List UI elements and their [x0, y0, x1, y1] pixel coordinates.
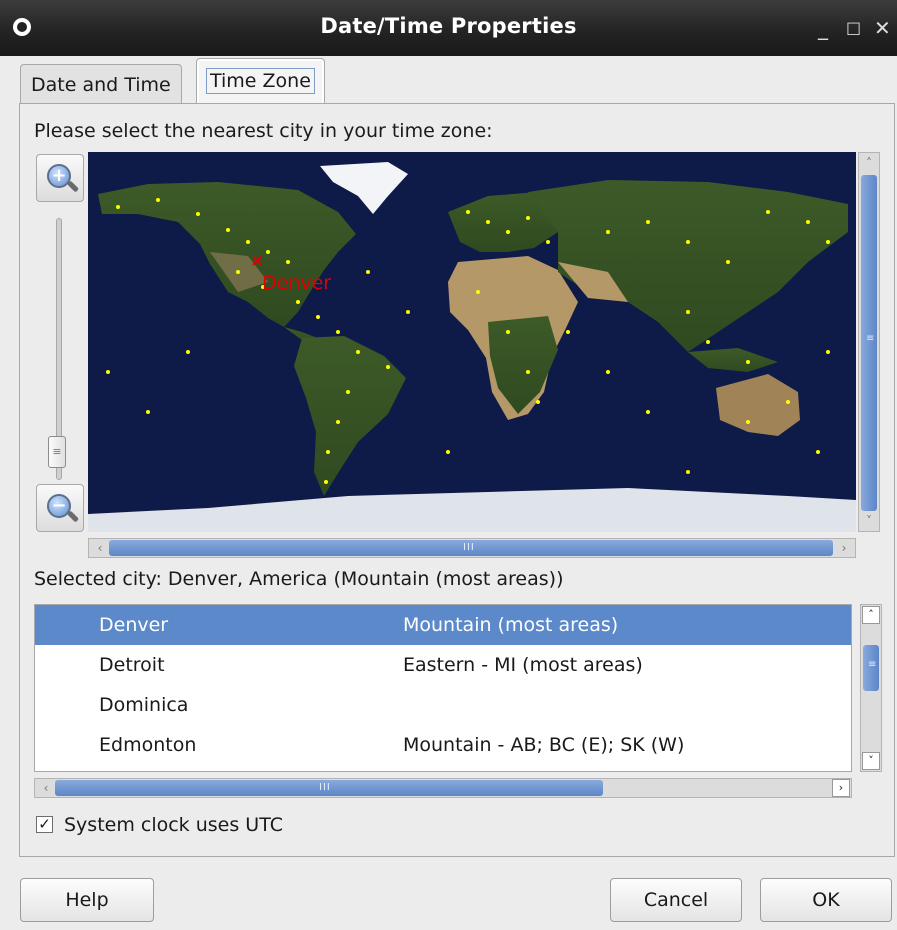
- list-scroll-right-icon[interactable]: ›: [832, 779, 850, 797]
- tab-date-and-time-label: Date and Time: [31, 74, 171, 96]
- tab-date-and-time[interactable]: Date and Time: [20, 64, 182, 105]
- tab-time-zone-label: Time Zone: [206, 68, 315, 94]
- city-zone: Mountain (most areas): [403, 614, 619, 636]
- city-list-vertical-grip: ≡: [868, 659, 878, 670]
- list-scroll-left-icon[interactable]: ‹: [37, 779, 55, 797]
- city-name: Detroit: [99, 654, 165, 676]
- city-list[interactable]: Denver Mountain (most areas) Detroit Eas…: [34, 604, 852, 772]
- ok-button[interactable]: OK: [760, 878, 892, 922]
- help-button[interactable]: Help: [20, 878, 154, 922]
- city-list-row[interactable]: Denver Mountain (most areas): [35, 605, 851, 645]
- close-button[interactable]: ✕: [874, 16, 891, 40]
- map-horizontal-scrollbar[interactable]: ‹ III ›: [88, 538, 856, 558]
- map-horizontal-grip: III: [463, 542, 475, 553]
- zoom-slider-knob[interactable]: ≡: [48, 436, 66, 468]
- list-scroll-down-icon[interactable]: ˅: [862, 752, 880, 770]
- map-vertical-scrollbar[interactable]: ˄ ≡ ˅: [858, 152, 880, 532]
- map-scroll-up-icon[interactable]: ˄: [860, 154, 878, 172]
- utc-label: System clock uses UTC: [64, 814, 283, 836]
- zoom-in-handle: [66, 180, 80, 193]
- utc-checkbox[interactable]: ✓: [36, 816, 53, 833]
- city-list-vertical-scrollbar[interactable]: ˄ ≡ ˅: [860, 604, 882, 772]
- city-list-horizontal-grip: III: [319, 782, 331, 793]
- city-list-row[interactable]: Eirunepe Amazonas (west): [35, 759, 851, 771]
- map-marker-label: Denver: [262, 272, 331, 294]
- map-marker-icon: ×: [250, 251, 264, 271]
- city-name: Denver: [99, 614, 169, 636]
- zoom-out-handle: [66, 510, 80, 523]
- map-scroll-right-icon[interactable]: ›: [835, 539, 853, 557]
- zoom-out-button[interactable]: −: [36, 484, 84, 532]
- map-vertical-grip: ≡: [866, 333, 876, 344]
- south-america-shape: [294, 336, 406, 496]
- selected-city-label: Selected city: Denver, America (Mountain…: [34, 568, 564, 590]
- greenland-shape: [320, 162, 408, 214]
- antarctica-shape: [88, 488, 856, 532]
- city-name: Dominica: [99, 694, 189, 716]
- zoom-in-button[interactable]: +: [36, 154, 84, 202]
- map-scroll-left-icon[interactable]: ‹: [91, 539, 109, 557]
- window-title: Date/Time Properties: [320, 14, 577, 38]
- australia-shape: [716, 374, 800, 436]
- world-map[interactable]: × Denver: [88, 152, 856, 532]
- city-list-horizontal-scrollbar[interactable]: ‹ III ›: [34, 778, 852, 798]
- city-zone: Eastern - MI (most areas): [403, 654, 643, 676]
- title-bar: Date/Time Properties _ □ ✕: [0, 0, 897, 56]
- world-map-image: × Denver: [88, 162, 856, 532]
- city-zone: Amazonas (west): [403, 759, 567, 771]
- city-prompt: Please select the nearest city in your t…: [34, 120, 493, 142]
- cancel-button[interactable]: Cancel: [610, 878, 742, 922]
- city-name: Eirunepe: [99, 759, 184, 771]
- city-list-row[interactable]: Detroit Eastern - MI (most areas): [35, 645, 851, 685]
- list-scroll-up-icon[interactable]: ˄: [862, 606, 880, 624]
- minimize-button[interactable]: _: [818, 16, 828, 40]
- map-scroll-down-icon[interactable]: ˅: [860, 512, 878, 530]
- tab-time-zone[interactable]: Time Zone: [196, 58, 325, 105]
- maximize-button[interactable]: □: [846, 18, 861, 37]
- city-list-row[interactable]: Dominica: [35, 685, 851, 725]
